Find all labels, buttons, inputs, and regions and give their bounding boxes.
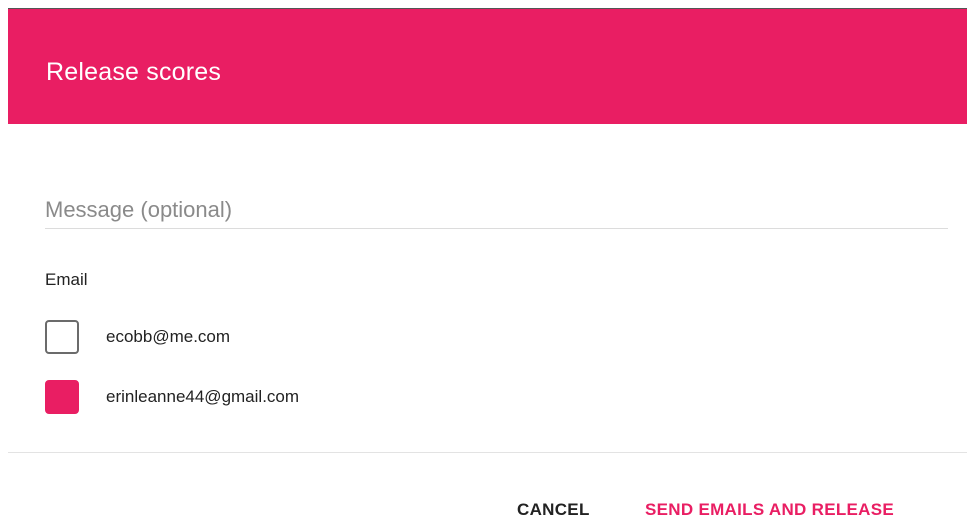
send-emails-and-release-button[interactable]: SEND EMAILS AND RELEASE	[645, 500, 894, 519]
email-section-label: Email	[45, 270, 88, 289]
checkbox-unchecked-icon[interactable]	[45, 320, 79, 354]
message-input[interactable]	[45, 191, 948, 229]
checkbox-checked-icon[interactable]	[45, 380, 79, 414]
cancel-button[interactable]: CANCEL	[517, 500, 590, 519]
dialog-title: Release scores	[46, 58, 222, 86]
email-option-ecobb[interactable]: ecobb@me.com	[45, 320, 230, 354]
actions-divider	[8, 452, 967, 453]
email-option-label: erinleanne44@gmail.com	[106, 387, 300, 406]
release-scores-dialog: Release scores Email ecobb@me.com erinle…	[0, 0, 967, 519]
dialog-header: Release scores	[8, 8, 967, 124]
email-option-erinleanne44[interactable]: erinleanne44@gmail.com	[45, 380, 299, 414]
email-option-label: ecobb@me.com	[106, 327, 231, 346]
